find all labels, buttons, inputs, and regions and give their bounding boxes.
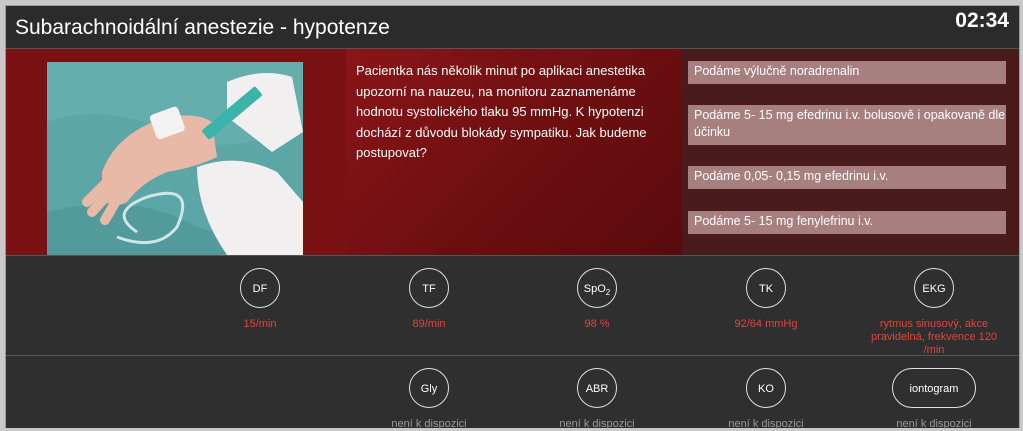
lab-label: KO xyxy=(746,368,786,408)
question-panel: Pacientka nás několik minut po aplikaci … xyxy=(346,49,682,255)
answer-option-2[interactable]: Podáme 5- 15 mg efedrinu i.v. bolusově i… xyxy=(688,105,1006,145)
answer-list: Podáme výlučně noradrenalin Podáme 5- 15… xyxy=(682,49,1019,255)
app-frame: Subarachnoidální anestezie - hypotenze 0… xyxy=(5,5,1020,430)
vital-ekg[interactable]: EKG rytmus sinusový, akce pravidelná, fr… xyxy=(864,268,1004,357)
lab-value: není k dispozici xyxy=(391,418,467,430)
vital-label: EKG xyxy=(914,268,954,308)
lab-label: Gly xyxy=(409,368,449,408)
labs-row: Gly není k dispozici ABR není k dispozic… xyxy=(6,355,1019,430)
scenario-panel: Pacientka nás několik minut po aplikaci … xyxy=(6,49,1019,255)
vital-value: 92/64 mmHg xyxy=(734,318,798,330)
answer-option-1[interactable]: Podáme výlučně noradrenalin xyxy=(688,61,1006,84)
vital-spo2[interactable]: SpO2 98 % xyxy=(527,268,667,331)
iv-injection-photo xyxy=(47,62,303,255)
answer-option-4[interactable]: Podáme 5- 15 mg fenylefrinu i.v. xyxy=(688,211,1006,234)
lab-gly[interactable]: Gly není k dispozici xyxy=(359,368,499,430)
vital-df[interactable]: DF 15/min xyxy=(190,268,330,331)
vital-value: 89/min xyxy=(412,318,446,330)
vitals-row: DF 15/min TF 89/min SpO2 98 % TK 92/64 m… xyxy=(6,255,1019,356)
header: Subarachnoidální anestezie - hypotenze 0… xyxy=(6,6,1019,49)
vital-label: DF xyxy=(240,268,280,308)
vital-label: TF xyxy=(409,268,449,308)
lab-abr[interactable]: ABR není k dispozici xyxy=(527,368,667,430)
vital-value: 15/min xyxy=(243,318,277,330)
countdown-timer: 02:34 xyxy=(955,9,1009,32)
lab-value: není k dispozici xyxy=(896,418,972,430)
lab-ko[interactable]: KO není k dispozici xyxy=(696,368,836,430)
lab-value: není k dispozici xyxy=(728,418,804,430)
vital-value: rytmus sinusový, akce pravidelná, frekve… xyxy=(871,318,997,356)
question-text: Pacientka nás několik minut po aplikaci … xyxy=(356,63,647,160)
page-title: Subarachnoidální anestezie - hypotenze xyxy=(15,16,390,39)
lab-label: ABR xyxy=(577,368,617,408)
vital-tf[interactable]: TF 89/min xyxy=(359,268,499,331)
vital-tk[interactable]: TK 92/64 mmHg xyxy=(696,268,836,331)
lab-iontogram[interactable]: iontogram není k dispozici xyxy=(864,368,1004,430)
lab-value: není k dispozici xyxy=(559,418,635,430)
answer-option-3[interactable]: Podáme 0,05- 0,15 mg efedrinu i.v. xyxy=(688,166,1006,189)
vital-label: SpO2 xyxy=(577,268,617,308)
vital-label: TK xyxy=(746,268,786,308)
lab-label: iontogram xyxy=(892,368,976,408)
vital-value: 98 % xyxy=(584,318,610,330)
